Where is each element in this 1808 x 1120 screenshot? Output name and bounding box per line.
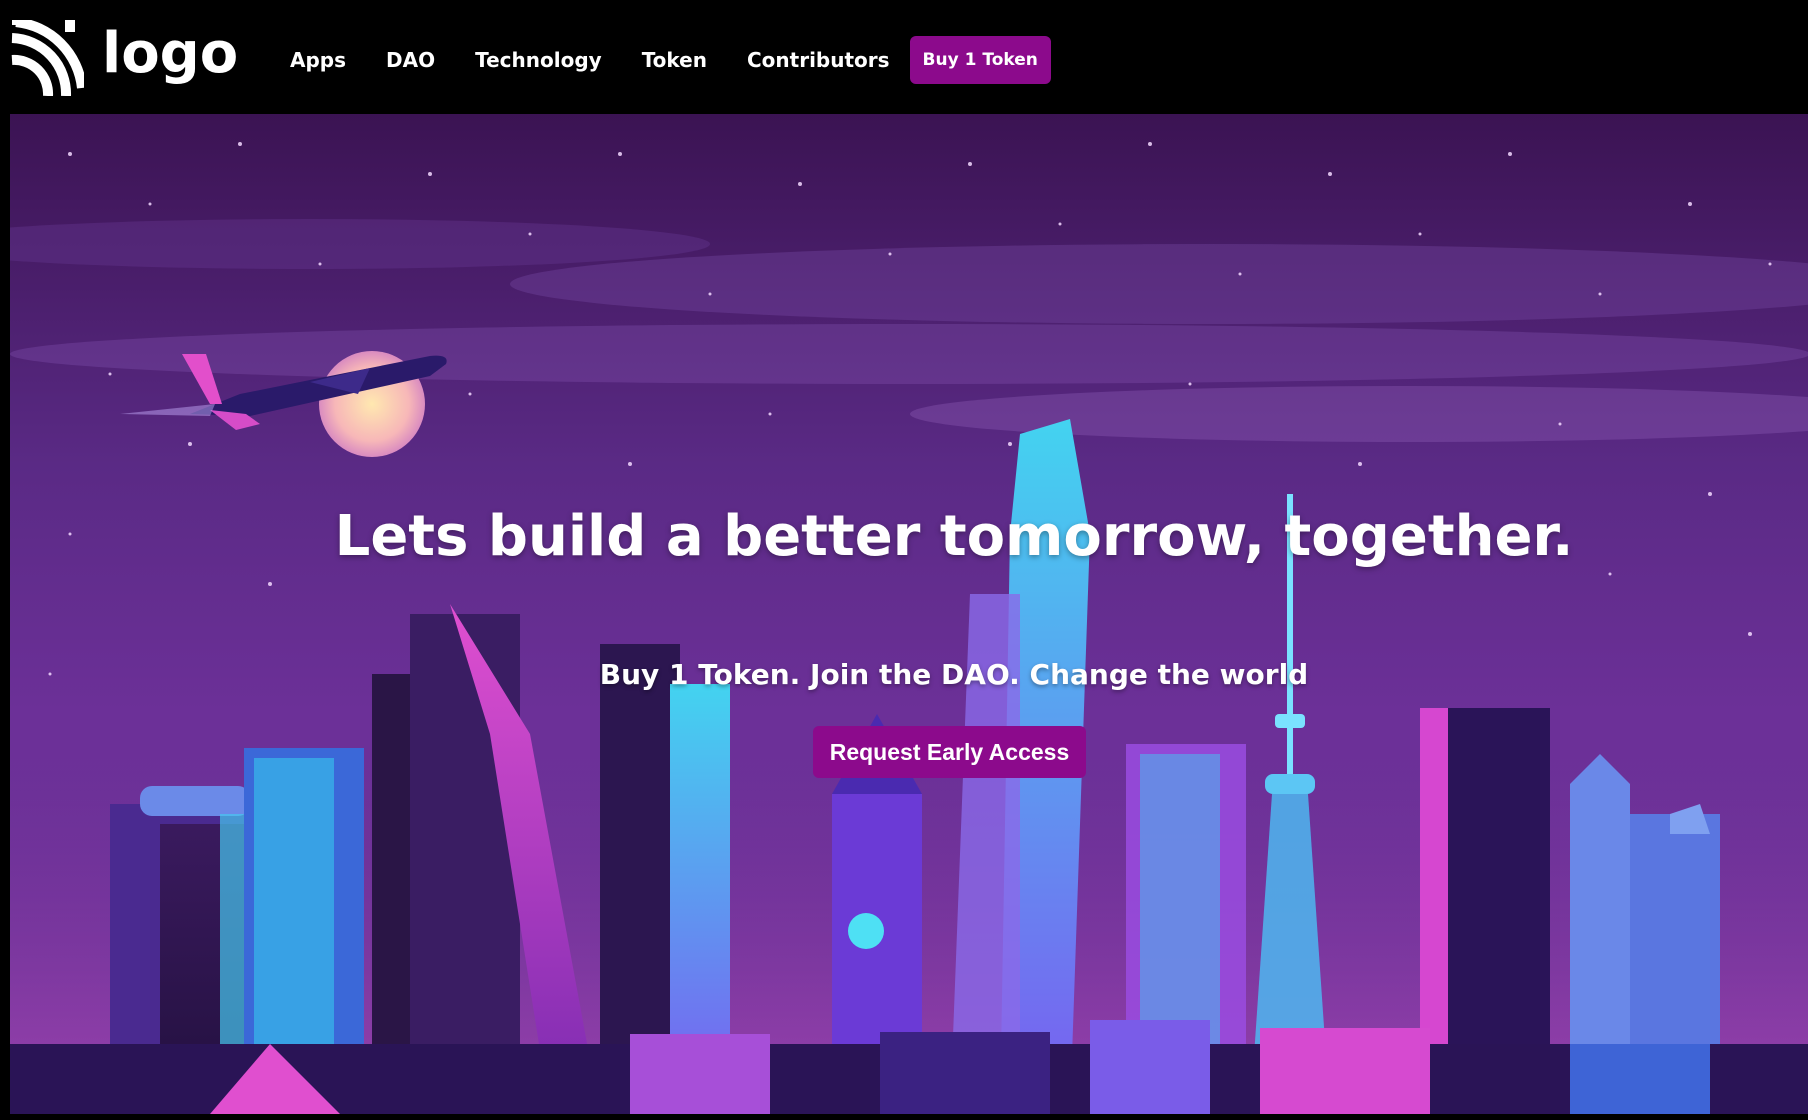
logo-text: logo: [102, 20, 239, 86]
nav-link-dao[interactable]: DAO: [386, 48, 435, 72]
nav-link-technology[interactable]: Technology: [475, 48, 602, 72]
hero-subtitle: Buy 1 Token. Join the DAO. Change the wo…: [599, 658, 1309, 691]
buy-token-button[interactable]: Buy 1 Token: [909, 36, 1051, 84]
main-nav: Apps DAO Technology Token Contributors B…: [270, 36, 1051, 84]
hero-title: Lets build a better tomorrow, together.: [334, 504, 1574, 569]
top-navigation-bar: logo Apps DAO Technology Token Contribut…: [0, 0, 1808, 114]
wifi-signal-icon: [11, 20, 84, 96]
request-early-access-button[interactable]: Request Early Access: [813, 726, 1086, 778]
nav-link-token[interactable]: Token: [642, 48, 707, 72]
hero-section: Lets build a better tomorrow, together. …: [10, 114, 1808, 1114]
neon-city-skyline-illustration: [10, 114, 1808, 1114]
nav-link-apps[interactable]: Apps: [290, 48, 346, 72]
logo[interactable]: logo: [8, 20, 238, 96]
nav-link-contributors[interactable]: Contributors: [747, 48, 890, 72]
